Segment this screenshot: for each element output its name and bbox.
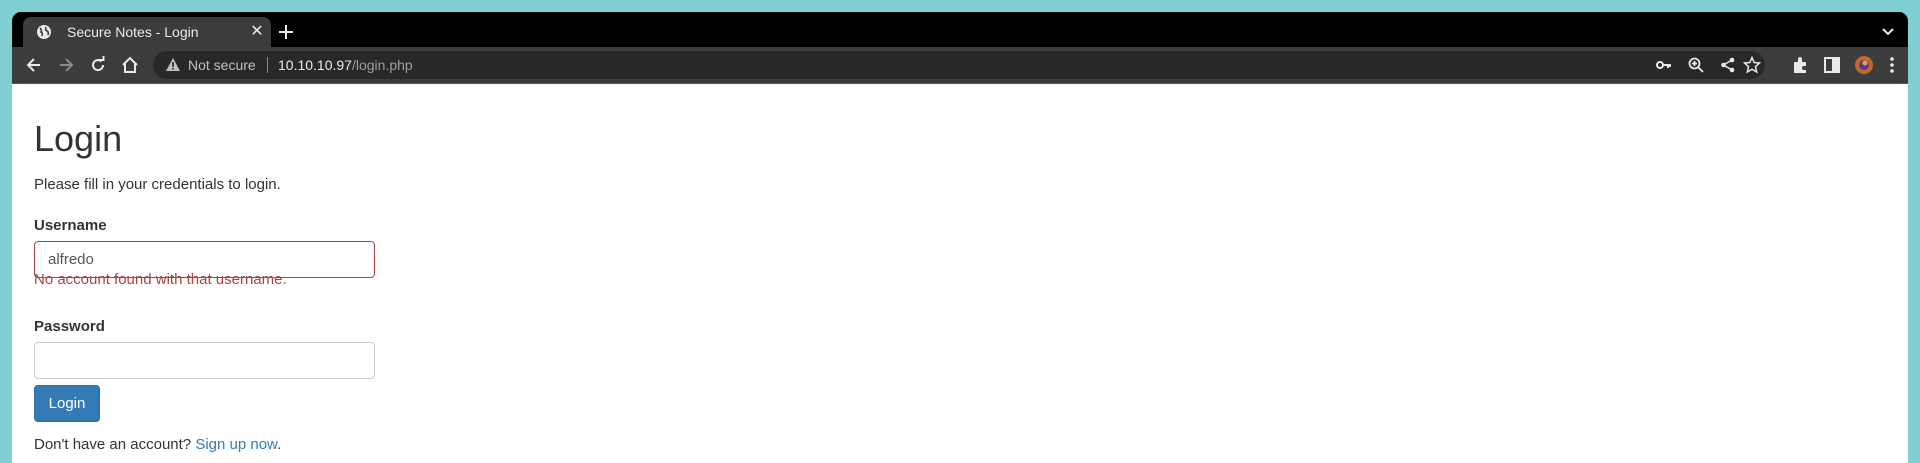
signup-prompt-text: Don't have an account? — [34, 436, 192, 453]
browser-window: Secure Notes - Login ✕ Not secure 10.10.… — [12, 12, 1908, 463]
signup-suffix: . — [277, 436, 282, 453]
tab-title: Secure Notes - Login — [67, 24, 199, 40]
tab-close-icon[interactable]: ✕ — [248, 23, 266, 41]
profile-avatar-icon[interactable] — [1854, 55, 1874, 75]
back-arrow-icon[interactable] — [24, 55, 44, 75]
intro-text: Please fill in your credentials to login… — [34, 176, 281, 193]
signup-prompt: Don't have an account? Sign up now. — [34, 436, 281, 453]
browser-tab[interactable]: Secure Notes - Login ✕ — [23, 17, 271, 47]
url-text[interactable]: 10.10.10.97/login.php — [278, 57, 413, 73]
forward-arrow-icon[interactable] — [56, 55, 76, 75]
globe-icon — [37, 25, 51, 39]
extensions-icon[interactable] — [1790, 55, 1810, 75]
signup-link[interactable]: Sign up now — [195, 436, 277, 453]
side-panel-icon[interactable] — [1822, 55, 1842, 75]
home-icon[interactable] — [120, 55, 140, 75]
username-label: Username — [34, 217, 107, 234]
new-tab-icon[interactable] — [274, 20, 298, 44]
zoom-icon[interactable] — [1687, 56, 1705, 74]
star-icon[interactable] — [1743, 56, 1761, 74]
browser-toolbar: Not secure 10.10.10.97/login.php — [12, 47, 1908, 83]
omnibox-divider — [267, 57, 268, 73]
username-error-message: No account found with that username. — [34, 271, 287, 288]
password-input[interactable] — [34, 342, 375, 379]
address-bar[interactable]: Not secure 10.10.10.97/login.php — [153, 51, 1765, 79]
menu-dots-icon[interactable] — [1882, 55, 1902, 75]
chevron-down-icon[interactable] — [1878, 22, 1898, 42]
password-label: Password — [34, 318, 105, 335]
url-path: /login.php — [351, 57, 413, 73]
login-page: Login Please fill in your credentials to… — [12, 84, 1908, 463]
share-icon[interactable] — [1719, 56, 1737, 74]
security-label[interactable]: Not secure — [188, 57, 256, 73]
url-host: 10.10.10.97 — [278, 57, 352, 73]
page-title: Login — [34, 118, 123, 159]
reload-icon[interactable] — [88, 55, 108, 75]
key-icon[interactable] — [1655, 56, 1673, 74]
tab-strip: Secure Notes - Login ✕ — [12, 12, 1908, 47]
warning-icon[interactable] — [165, 57, 181, 73]
login-button[interactable]: Login — [34, 385, 100, 422]
